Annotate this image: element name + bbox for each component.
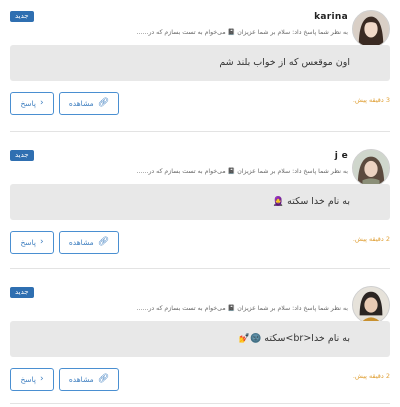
reply-button-label: پاسخ [20,99,36,108]
divider [10,131,390,132]
reply-button-label: پاسخ [20,375,36,384]
view-button[interactable]: مشاهده 🔗︎ [59,368,119,391]
comment-card-3: جدید به نظر شما پاسخ داد: سلام بر شما عز… [0,276,400,404]
message-box: به نام خدا سکته 🧕 [10,184,390,220]
new-badge: جدید [10,11,34,22]
message-text: به نام خدا سکته [287,196,350,207]
emoji: 🌚💅 [238,334,262,344]
chevron-right-icon: › [39,374,44,384]
link-icon: 🔗︎ [97,98,110,108]
link-icon: 🔗︎ [97,374,110,384]
divider [10,268,390,269]
chevron-right-icon: › [39,98,44,108]
message-text: به نام خدا<br>سکته [264,333,350,344]
reply-button[interactable]: پاسخ › [10,92,54,115]
timestamp: 3 دقیقه پیش. [352,96,390,104]
username[interactable]: j e [335,151,348,161]
comment-card-2: جدید j e به نظر شما پاسخ داد: سلام بر شم… [0,139,400,269]
message-text: اون موقعس که از خواب بلند شم [219,57,350,68]
divider [10,403,390,404]
reply-note: به نظر شما پاسخ داد: سلام بر شما عزیزان … [136,168,348,175]
avatar[interactable] [352,149,390,187]
reply-note: به نظر شما پاسخ داد: سلام بر شما عزیزان … [136,29,348,36]
link-icon: 🔗︎ [97,237,110,247]
view-button-label: مشاهده [68,375,94,384]
comment-card-1: جدید karina به نظر شما پاسخ داد: سلام بر… [0,0,400,132]
avatar[interactable] [352,10,390,48]
view-button-label: مشاهده [68,99,94,108]
new-badge: جدید [10,287,34,298]
reply-button[interactable]: پاسخ › [10,231,54,254]
timestamp: 2 دقیقه پیش. [352,235,390,243]
new-badge: جدید [10,150,34,161]
message-box: به نام خدا<br>سکته 🌚💅 [10,321,390,357]
reply-button[interactable]: پاسخ › [10,368,54,391]
view-button[interactable]: مشاهده 🔗︎ [59,92,119,115]
avatar[interactable] [352,286,390,324]
emoji: 🧕 [272,197,285,207]
view-button-label: مشاهده [68,238,94,247]
chevron-right-icon: › [39,237,44,247]
reply-button-label: پاسخ [20,238,36,247]
reply-note: به نظر شما پاسخ داد: سلام بر شما عزیزان … [136,305,348,312]
username[interactable]: karina [314,12,348,22]
view-button[interactable]: مشاهده 🔗︎ [59,231,119,254]
message-box: اون موقعس که از خواب بلند شم [10,45,390,81]
timestamp: 2 دقیقه پیش. [352,372,390,380]
